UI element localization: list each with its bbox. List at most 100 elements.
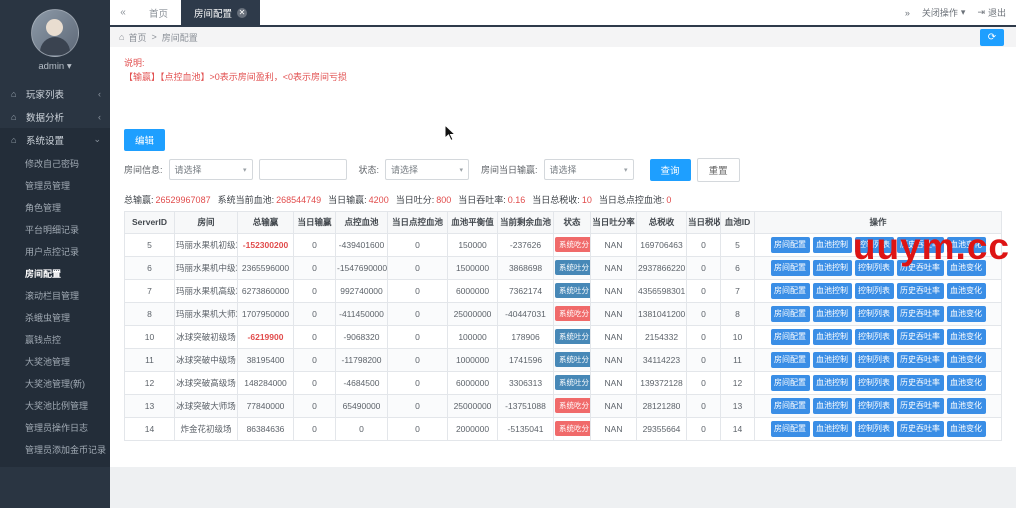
status-badge[interactable]: 系统吐分 — [555, 329, 590, 345]
sidebar-subitem[interactable]: 大奖池管理 — [0, 351, 110, 373]
action-button-控制列表[interactable]: 控制列表 — [854, 282, 894, 299]
sidebar-subitem[interactable]: 用户点控记录 — [0, 241, 110, 263]
sidebar-item-settings[interactable]: ⌂ 系统设置 ⌄ — [0, 128, 110, 151]
action-button-控制列表[interactable]: 控制列表 — [854, 259, 894, 276]
sidebar-item-players[interactable]: ⌂ 玩家列表 ‹ — [0, 82, 110, 105]
action-button-历史吞吐率[interactable]: 历史吞吐率 — [896, 328, 944, 345]
action-button-血池控制[interactable]: 血池控制 — [812, 236, 852, 253]
action-button-房间配置[interactable]: 房间配置 — [770, 420, 810, 437]
action-button-控制列表[interactable]: 控制列表 — [854, 397, 894, 414]
cell-total_tax: 4356598301 — [636, 278, 687, 303]
action-button-控制列表[interactable]: 控制列表 — [854, 236, 894, 253]
action-button-历史吞吐率[interactable]: 历史吞吐率 — [896, 351, 944, 368]
cell-total_tax: 139372128 — [636, 370, 687, 395]
action-button-控制列表[interactable]: 控制列表 — [854, 420, 894, 437]
status-badge[interactable]: 系统吐分 — [555, 260, 590, 276]
action-button-历史吞吐率[interactable]: 历史吞吐率 — [896, 374, 944, 391]
cell-total: 77840000 — [237, 393, 294, 418]
status-badge[interactable]: 系统吃分 — [555, 237, 590, 253]
action-button-历史吞吐率[interactable]: 历史吞吐率 — [896, 397, 944, 414]
status-badge[interactable]: 系统吐分 — [555, 283, 590, 299]
sidebar-subitem[interactable]: 修改自己密码 — [0, 153, 110, 175]
action-button-控制列表[interactable]: 控制列表 — [854, 351, 894, 368]
action-button-控制列表[interactable]: 控制列表 — [854, 328, 894, 345]
edit-button[interactable]: 编辑 — [124, 128, 166, 151]
action-button-血池变化[interactable]: 血池变化 — [946, 282, 986, 299]
sidebar-subitem[interactable]: 滚动栏目管理 — [0, 285, 110, 307]
cell-balance: 1000000 — [447, 347, 498, 372]
refresh-button[interactable]: ⟳ — [980, 29, 1004, 46]
tabs-collapse-icon[interactable]: « — [110, 0, 136, 25]
action-button-历史吞吐率[interactable]: 历史吞吐率 — [896, 282, 944, 299]
sidebar-item-analysis[interactable]: ⌂ 数据分析 ‹ — [0, 105, 110, 128]
action-button-血池控制[interactable]: 血池控制 — [812, 282, 852, 299]
action-button-控制列表[interactable]: 控制列表 — [854, 374, 894, 391]
chevron-down-icon: ▾ — [243, 166, 247, 174]
action-button-血池变化[interactable]: 血池变化 — [946, 374, 986, 391]
action-button-血池控制[interactable]: 血池控制 — [812, 351, 852, 368]
sidebar-subitem[interactable]: 大奖池比例管理 — [0, 395, 110, 417]
status-badge[interactable]: 系统吐分 — [555, 352, 590, 368]
action-button-房间配置[interactable]: 房间配置 — [770, 328, 810, 345]
sidebar-subitem[interactable]: 角色管理 — [0, 197, 110, 219]
cell-daily_tax: 0 — [686, 232, 721, 257]
action-button-历史吞吐率[interactable]: 历史吞吐率 — [896, 236, 944, 253]
logout-button[interactable]: ⇥ 退出 — [977, 6, 1006, 19]
sidebar-subitem[interactable]: 管理员添加金币记录 — [0, 439, 110, 461]
column-header: 点控血池 — [335, 210, 388, 234]
action-button-历史吞吐率[interactable]: 历史吞吐率 — [896, 305, 944, 322]
action-button-血池变化[interactable]: 血池变化 — [946, 420, 986, 437]
username-dropdown[interactable]: admin ▾ — [0, 61, 110, 72]
action-button-血池控制[interactable]: 血池控制 — [812, 397, 852, 414]
action-button-房间配置[interactable]: 房间配置 — [770, 374, 810, 391]
daily-winloss-select[interactable]: 请选择 ▾ — [543, 159, 634, 181]
status-badge[interactable]: 系统吃分 — [555, 398, 590, 414]
sidebar-subitem[interactable]: 管理员操作日志 — [0, 417, 110, 439]
action-button-血池变化[interactable]: 血池变化 — [946, 236, 986, 253]
action-button-血池控制[interactable]: 血池控制 — [812, 305, 852, 322]
sidebar-subitem[interactable]: 管理员管理 — [0, 175, 110, 197]
cell-pool_id: 7 — [720, 278, 755, 303]
action-button-房间配置[interactable]: 房间配置 — [770, 397, 810, 414]
action-button-房间配置[interactable]: 房间配置 — [770, 282, 810, 299]
action-button-血池控制[interactable]: 血池控制 — [812, 374, 852, 391]
close-icon[interactable]: ✕ — [237, 7, 248, 18]
sidebar-subitem[interactable]: 赢钱点控 — [0, 329, 110, 351]
search-button[interactable]: 查询 — [649, 158, 691, 181]
reset-button[interactable]: 重置 — [696, 157, 740, 182]
action-button-血池变化[interactable]: 血池变化 — [946, 259, 986, 276]
sidebar-subitem[interactable]: 大奖池管理(新) — [0, 373, 110, 395]
breadcrumb-home[interactable]: 首页 — [128, 31, 146, 44]
action-button-血池变化[interactable]: 血池变化 — [946, 305, 986, 322]
status-select[interactable]: 请选择 ▾ — [385, 159, 470, 181]
logout-label: 退出 — [987, 8, 1006, 18]
action-button-历史吞吐率[interactable]: 历史吞吐率 — [896, 259, 944, 276]
action-button-房间配置[interactable]: 房间配置 — [770, 236, 810, 253]
avatar[interactable] — [31, 9, 79, 57]
room-info-input[interactable] — [258, 159, 347, 181]
action-button-血池变化[interactable]: 血池变化 — [946, 328, 986, 345]
tabs-expand-icon[interactable]: » — [905, 8, 910, 18]
status-badge[interactable]: 系统吐分 — [555, 375, 590, 391]
action-button-血池控制[interactable]: 血池控制 — [812, 259, 852, 276]
status-badge[interactable]: 系统吃分 — [555, 421, 590, 437]
cell-daily: 0 — [293, 393, 336, 418]
table-row: 13 冰球突破大师场 77840000 0 65490000 0 25000000 -1375… — [124, 393, 1002, 418]
sidebar-subitem[interactable]: 平台明细记录 — [0, 219, 110, 241]
room-info-select[interactable]: 请选择 ▾ — [168, 159, 253, 181]
close-operations-dropdown[interactable]: 关闭操作 ▾ — [922, 6, 966, 19]
action-button-控制列表[interactable]: 控制列表 — [854, 305, 894, 322]
action-button-房间配置[interactable]: 房间配置 — [770, 259, 810, 276]
action-button-房间配置[interactable]: 房间配置 — [770, 305, 810, 322]
action-button-血池变化[interactable]: 血池变化 — [946, 351, 986, 368]
sidebar-subitem[interactable]: 杀蛾虫管理 — [0, 307, 110, 329]
status-badge[interactable]: 系统吃分 — [555, 306, 590, 322]
action-button-历史吞吐率[interactable]: 历史吞吐率 — [896, 420, 944, 437]
sidebar-subitem[interactable]: 房间配置 — [0, 263, 110, 285]
tab-首页[interactable]: 首页 — [136, 0, 181, 25]
action-button-血池变化[interactable]: 血池变化 — [946, 397, 986, 414]
tab-房间配置[interactable]: 房间配置 ✕ — [181, 0, 261, 25]
action-button-房间配置[interactable]: 房间配置 — [770, 351, 810, 368]
action-button-血池控制[interactable]: 血池控制 — [812, 420, 852, 437]
action-button-血池控制[interactable]: 血池控制 — [812, 328, 852, 345]
